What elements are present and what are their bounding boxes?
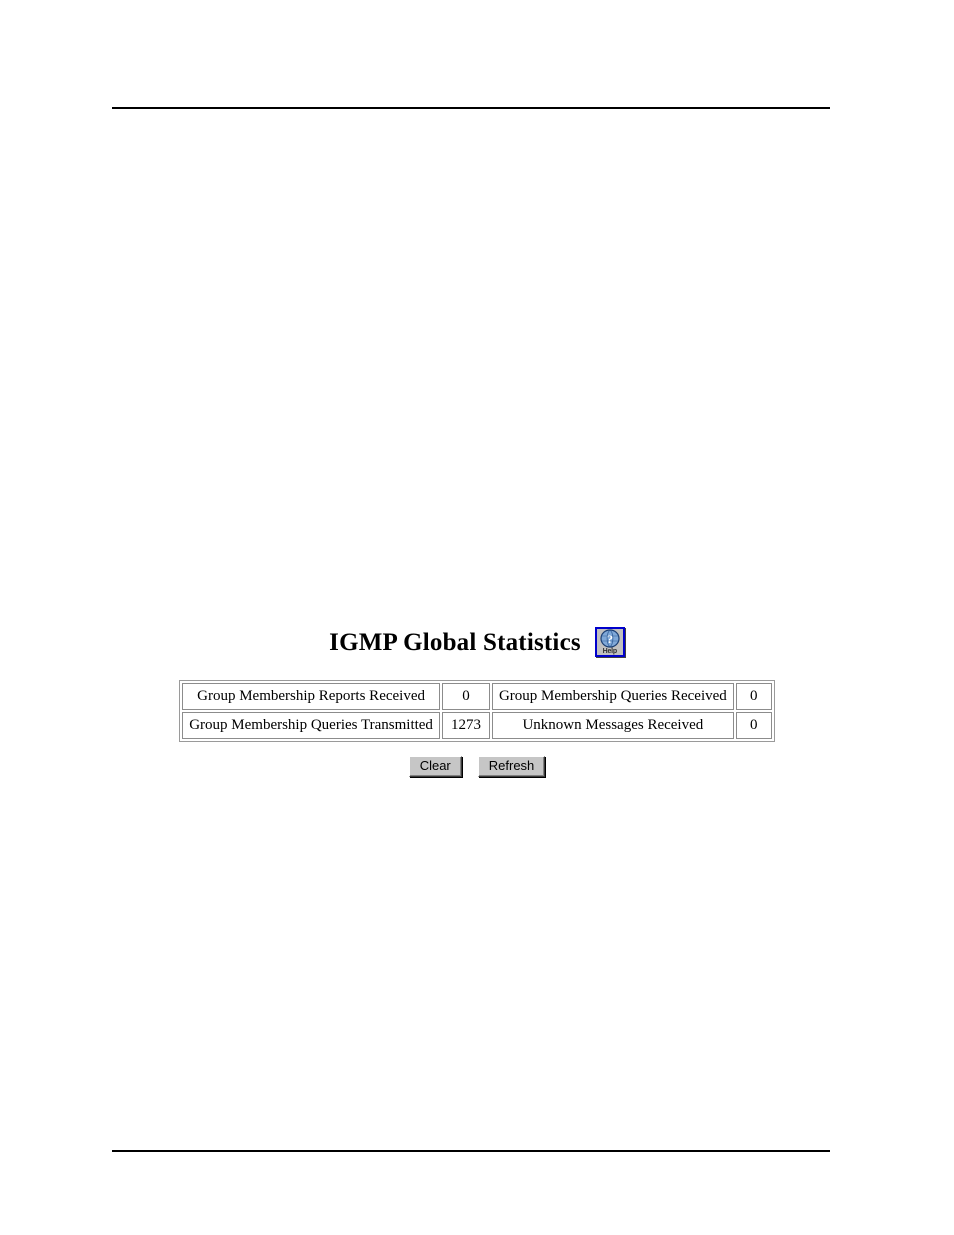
stat-label-queries-transmitted: Group Membership Queries Transmitted <box>182 712 440 739</box>
igmp-statistics-table: Group Membership Reports Received 0 Grou… <box>179 680 775 742</box>
stat-label-queries-received: Group Membership Queries Received <box>491 683 734 710</box>
stat-value-unknown-messages: 0 <box>735 712 772 739</box>
title-row: IGMP Global Statistics ? Help <box>0 620 954 664</box>
stat-value-queries-received: 0 <box>735 683 772 710</box>
help-icon[interactable]: ? Help <box>594 627 625 657</box>
stat-value-queries-transmitted: 1273 <box>441 712 490 739</box>
stat-label-unknown-messages: Unknown Messages Received <box>491 712 734 739</box>
stat-label-reports-received: Group Membership Reports Received <box>182 683 440 710</box>
page-title: IGMP Global Statistics <box>329 628 581 656</box>
table-row: Group Membership Reports Received 0 Grou… <box>182 683 772 710</box>
stats-table-wrapper: Group Membership Reports Received 0 Grou… <box>0 680 954 742</box>
refresh-button[interactable]: Refresh <box>477 756 546 777</box>
footer-rule <box>112 1150 830 1152</box>
clear-button[interactable]: Clear <box>408 756 462 777</box>
svg-text:?: ? <box>607 632 613 646</box>
igmp-global-statistics-panel: IGMP Global Statistics ? Help Group Memb… <box>0 620 954 777</box>
header-rule <box>112 107 830 109</box>
stat-value-reports-received: 0 <box>441 683 490 710</box>
help-label: Help <box>602 648 618 655</box>
table-row: Group Membership Queries Transmitted 127… <box>182 712 772 739</box>
action-button-row: Clear Refresh <box>0 756 954 777</box>
